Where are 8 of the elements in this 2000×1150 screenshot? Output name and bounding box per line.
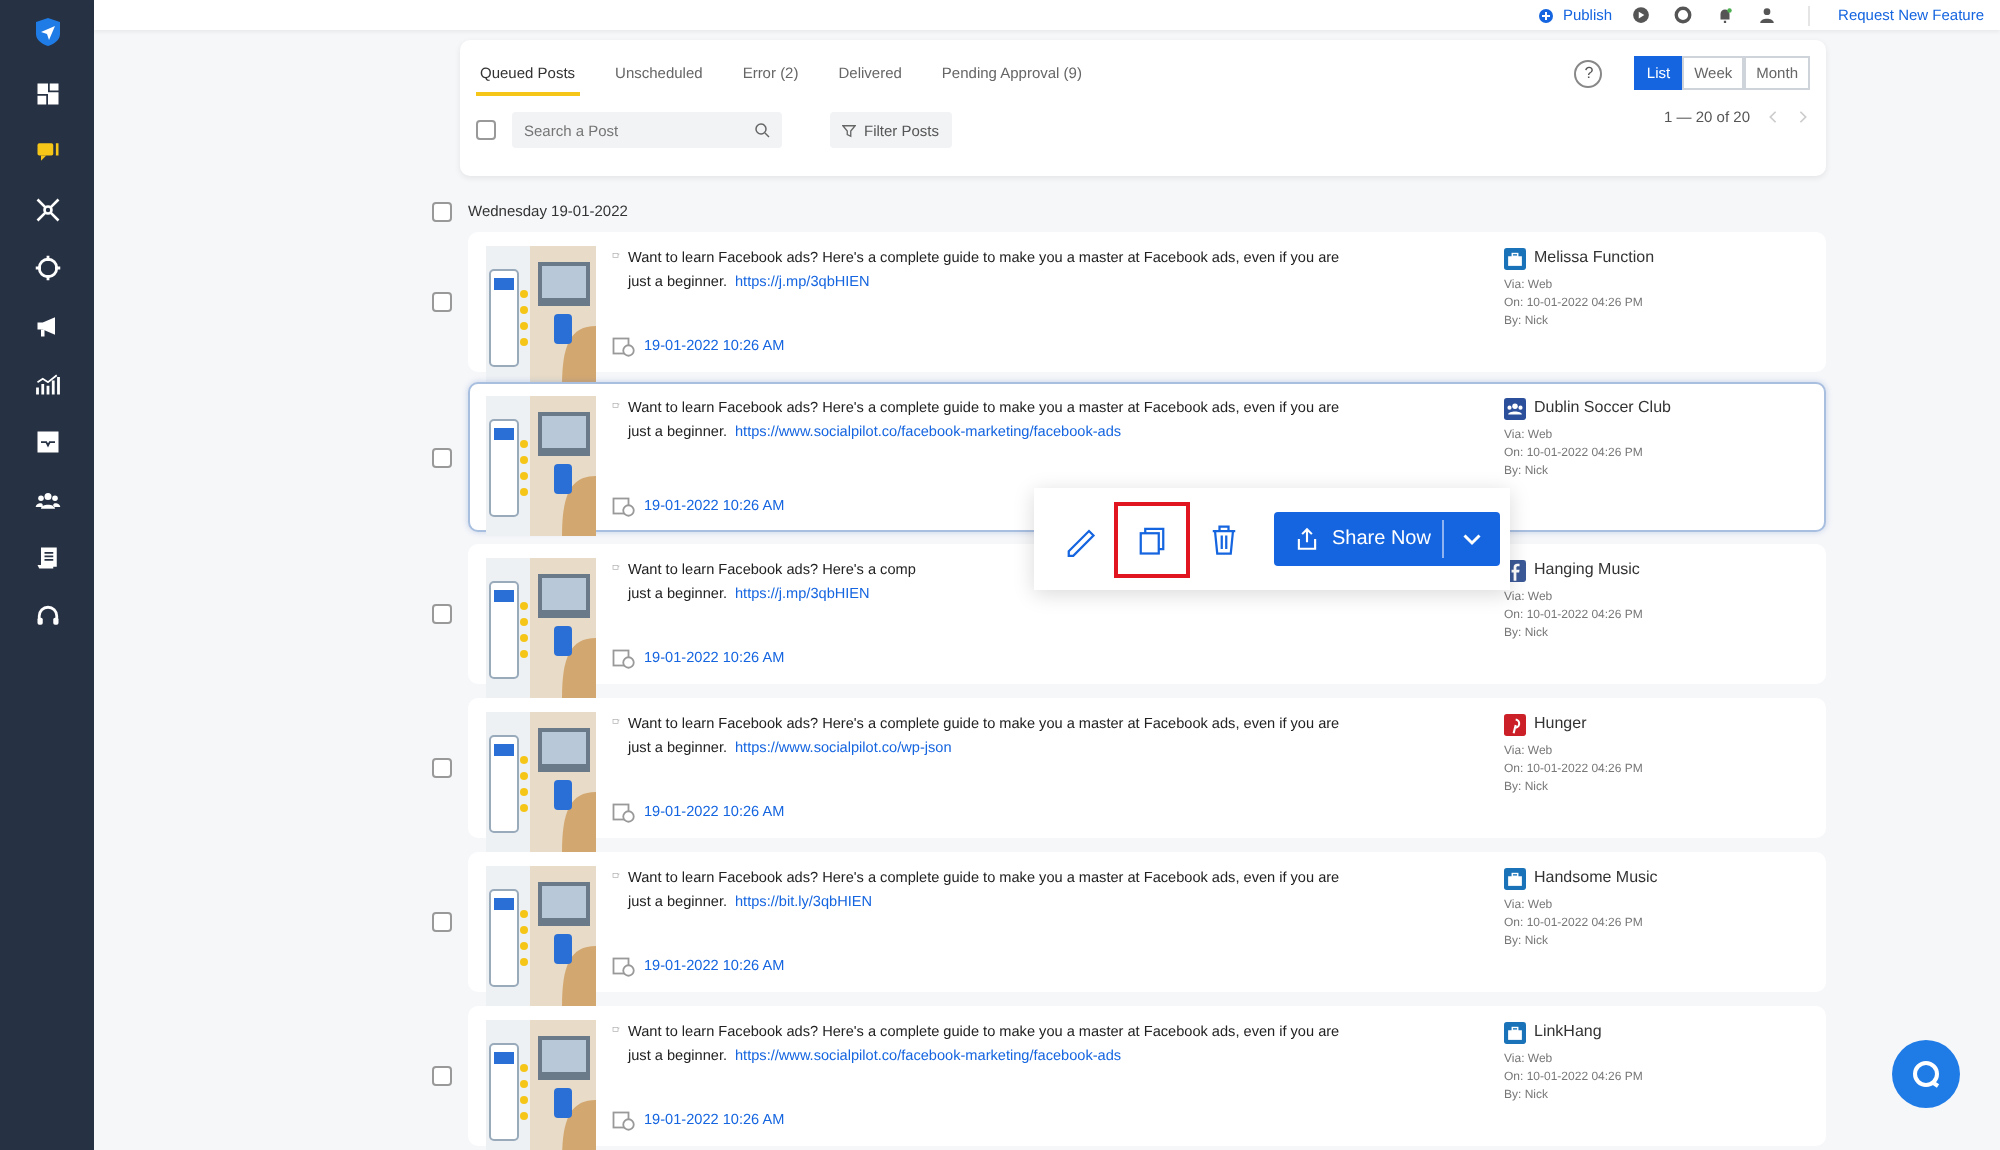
account-name: Dublin Soccer Club	[1534, 396, 1671, 421]
share-now-button[interactable]: Share Now	[1274, 512, 1501, 567]
help-button[interactable]: ?	[1574, 59, 1603, 88]
account-name: Hunger	[1534, 712, 1587, 737]
account-name: Handsome Music	[1534, 866, 1658, 891]
account-name: Melissa Function	[1534, 246, 1655, 271]
account-name: Hanging Music	[1534, 558, 1640, 583]
account-name: LinkHang	[1534, 1020, 1602, 1045]
